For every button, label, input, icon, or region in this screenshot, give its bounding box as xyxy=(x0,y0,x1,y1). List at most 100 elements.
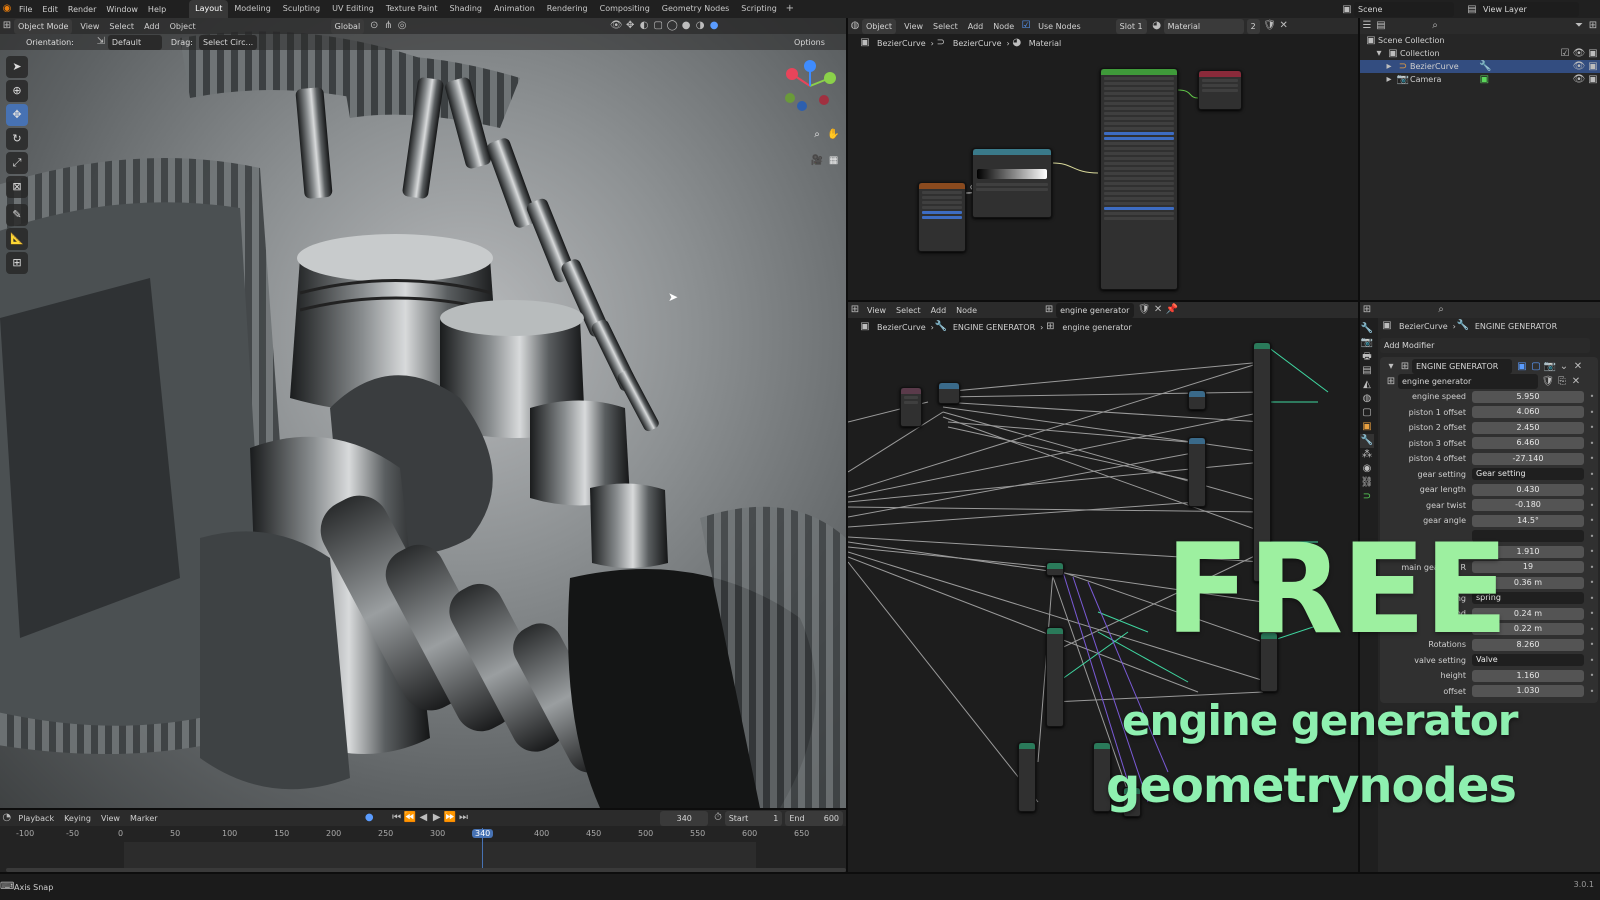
keyframe-dot-icon[interactable]: • xyxy=(1588,656,1596,665)
blender-logo-icon[interactable]: ◉ xyxy=(0,2,14,16)
timeline-menu-keying[interactable]: Keying xyxy=(59,814,96,823)
snap-icon[interactable]: ⋔ xyxy=(381,19,395,33)
scene-name[interactable]: Scene xyxy=(1354,2,1454,17)
view-layer-selector[interactable]: ▤ View Layer xyxy=(1465,2,1582,17)
viewport-toggle-icon[interactable]: ▢ xyxy=(1529,360,1543,374)
jump-start-icon[interactable]: ⏮ xyxy=(390,811,403,825)
outliner-search-icon[interactable]: ⌕ xyxy=(1428,19,1442,33)
tab-rendering[interactable]: Rendering xyxy=(541,0,594,18)
ortho-grid-icon[interactable]: ▦ xyxy=(827,154,841,168)
property-value[interactable]: 1.160 xyxy=(1472,669,1584,682)
viewport-menu-select[interactable]: Select xyxy=(104,22,139,31)
timeline-menu-marker[interactable]: Marker xyxy=(125,814,163,823)
color-ramp-node[interactable] xyxy=(972,148,1052,218)
tool-tab-icon[interactable]: 🔧 xyxy=(1360,322,1374,336)
outliner-item-camera[interactable]: ▸ 📷 Camera ▣ 👁 ▣ xyxy=(1360,73,1600,86)
collection-render-icon[interactable]: ▣ xyxy=(1586,47,1600,61)
scene-selector[interactable]: ▣ Scene xyxy=(1340,2,1457,17)
timeline-type-icon[interactable]: ◔ xyxy=(0,811,13,825)
rendered-shading-icon[interactable]: ● xyxy=(707,19,721,33)
item-visibility-icon[interactable]: 👁 xyxy=(1572,60,1586,74)
data-tab-icon[interactable]: ⊃ xyxy=(1360,490,1374,504)
outliner-item-beziercurve[interactable]: ▸ ⊃ BezierCurve 🔧 👁 ▣ xyxy=(1360,60,1600,73)
scene-tab-icon[interactable]: ◭ xyxy=(1360,378,1374,392)
viewport-menu-view[interactable]: View xyxy=(75,22,104,31)
editmode-toggle-icon[interactable]: ▣ xyxy=(1515,360,1529,374)
render-tab-icon[interactable]: 📷 xyxy=(1360,336,1374,350)
solid-shading-icon[interactable]: ● xyxy=(679,19,693,33)
world-tab-icon[interactable]: ◍ xyxy=(1360,392,1374,406)
property-value[interactable]: Gear setting xyxy=(1472,468,1584,481)
start-frame-field[interactable]: Start 1 xyxy=(724,810,783,826)
overlay-icon[interactable]: ◐ xyxy=(637,19,651,33)
keyframe-dot-icon[interactable]: • xyxy=(1588,423,1596,432)
instance-node-stack[interactable] xyxy=(1046,627,1064,727)
property-value[interactable]: 4.060 xyxy=(1472,406,1584,419)
navigation-gizmo[interactable] xyxy=(780,56,840,116)
outliner[interactable]: ☰ ▤ ⌕ ⏷ ⊞ ▣ Scene Collection ▾ ▣ Collect… xyxy=(1360,18,1600,300)
keyframe-dot-icon[interactable]: • xyxy=(1588,578,1596,587)
particles-tab-icon[interactable]: ⁂ xyxy=(1360,448,1374,462)
camera-render-icon[interactable]: ▣ xyxy=(1586,73,1600,87)
jump-key-back-icon[interactable]: ⏪ xyxy=(403,811,416,825)
principled-bsdf-node[interactable] xyxy=(1100,68,1178,290)
transform-orientation[interactable]: Global xyxy=(330,18,365,34)
tab-scripting[interactable]: Scripting xyxy=(735,0,783,18)
cursor-tool-icon[interactable]: ⊕ xyxy=(6,80,28,102)
tab-modeling[interactable]: Modeling xyxy=(228,0,276,18)
view-layer-name[interactable]: View Layer xyxy=(1479,2,1579,17)
delete-modifier-icon[interactable]: ✕ xyxy=(1571,360,1585,374)
menu-file[interactable]: File xyxy=(14,5,37,14)
math-node-2[interactable] xyxy=(1188,437,1206,507)
keyframe-dot-icon[interactable]: • xyxy=(1588,640,1596,649)
object-tab-icon[interactable]: ▣ xyxy=(1360,420,1374,434)
node-group-close-icon[interactable]: ✕ xyxy=(1569,375,1583,389)
keyframe-dot-icon[interactable]: • xyxy=(1588,671,1596,680)
math-node-1[interactable] xyxy=(1188,390,1206,410)
timeline-menu-view[interactable]: View xyxy=(96,814,125,823)
expand-item-icon[interactable]: ▸ xyxy=(1382,60,1396,74)
end-frame-field[interactable]: End 600 xyxy=(785,810,844,826)
viewport-menu-object[interactable]: Object xyxy=(165,22,201,31)
expand-camera-icon[interactable]: ▸ xyxy=(1382,73,1396,87)
keyframe-dot-icon[interactable]: • xyxy=(1588,594,1596,603)
current-frame-field[interactable]: 340 xyxy=(660,810,709,826)
orientation-dropdown[interactable]: Default xyxy=(107,34,162,50)
timeline[interactable]: ◔ Playback Keying View Marker ● ⏮ ⏪ ◀ ▶ ⏩ ⏭… xyxy=(0,810,846,872)
play-icon[interactable]: ▶ xyxy=(430,811,443,825)
visibility-icon[interactable]: 👁 xyxy=(609,19,623,33)
tab-shading[interactable]: Shading xyxy=(443,0,488,18)
expand-collection-icon[interactable]: ▾ xyxy=(1372,47,1386,61)
add-workspace-icon[interactable]: + xyxy=(783,2,797,16)
pivot-icon[interactable]: ⊙ xyxy=(367,19,381,33)
collapse-modifier-icon[interactable]: ▾ xyxy=(1384,360,1398,374)
editor-type-icon[interactable]: ⊞ xyxy=(0,19,14,33)
group-input-node[interactable] xyxy=(900,387,922,427)
modifier-menu-icon[interactable]: ⌄ xyxy=(1557,360,1571,374)
property-value[interactable]: 6.460 xyxy=(1472,437,1584,450)
property-value[interactable]: 5.950 xyxy=(1472,390,1584,403)
tab-layout[interactable]: Layout xyxy=(189,0,229,18)
keyframe-dot-icon[interactable]: • xyxy=(1588,687,1596,696)
add-cube-tool-icon[interactable]: ⊞ xyxy=(6,252,28,274)
item-render-icon[interactable]: ▣ xyxy=(1586,60,1600,74)
clock-icon[interactable]: ⏱ xyxy=(711,811,724,825)
options-button[interactable]: Options xyxy=(790,35,829,50)
annotate-tool-icon[interactable]: ✎ xyxy=(6,204,28,226)
node-group-shield-icon[interactable]: 🛡 xyxy=(1541,375,1555,389)
timeline-scrollbar[interactable] xyxy=(6,868,846,872)
node-group-copy-icon[interactable]: ⎘ xyxy=(1555,375,1569,389)
xray-icon[interactable]: ▢ xyxy=(651,19,665,33)
menu-render[interactable]: Render xyxy=(63,5,101,14)
select-tool-icon[interactable]: ➤ xyxy=(6,56,28,78)
tab-compositing[interactable]: Compositing xyxy=(594,0,656,18)
transform-tool-icon[interactable]: ⊠ xyxy=(6,176,28,198)
keyframe-dot-icon[interactable]: • xyxy=(1588,516,1596,525)
gizmo-icon[interactable]: ✥ xyxy=(623,19,637,33)
keyframe-dot-icon[interactable]: • xyxy=(1588,439,1596,448)
keyframe-dot-icon[interactable]: • xyxy=(1588,563,1596,572)
pan-hand-icon[interactable]: ✋ xyxy=(827,128,841,142)
current-frame-marker[interactable]: 340 xyxy=(472,829,494,838)
tab-geometry-nodes[interactable]: Geometry Nodes xyxy=(656,0,735,18)
outliner-type-icon[interactable]: ☰ xyxy=(1360,19,1374,33)
